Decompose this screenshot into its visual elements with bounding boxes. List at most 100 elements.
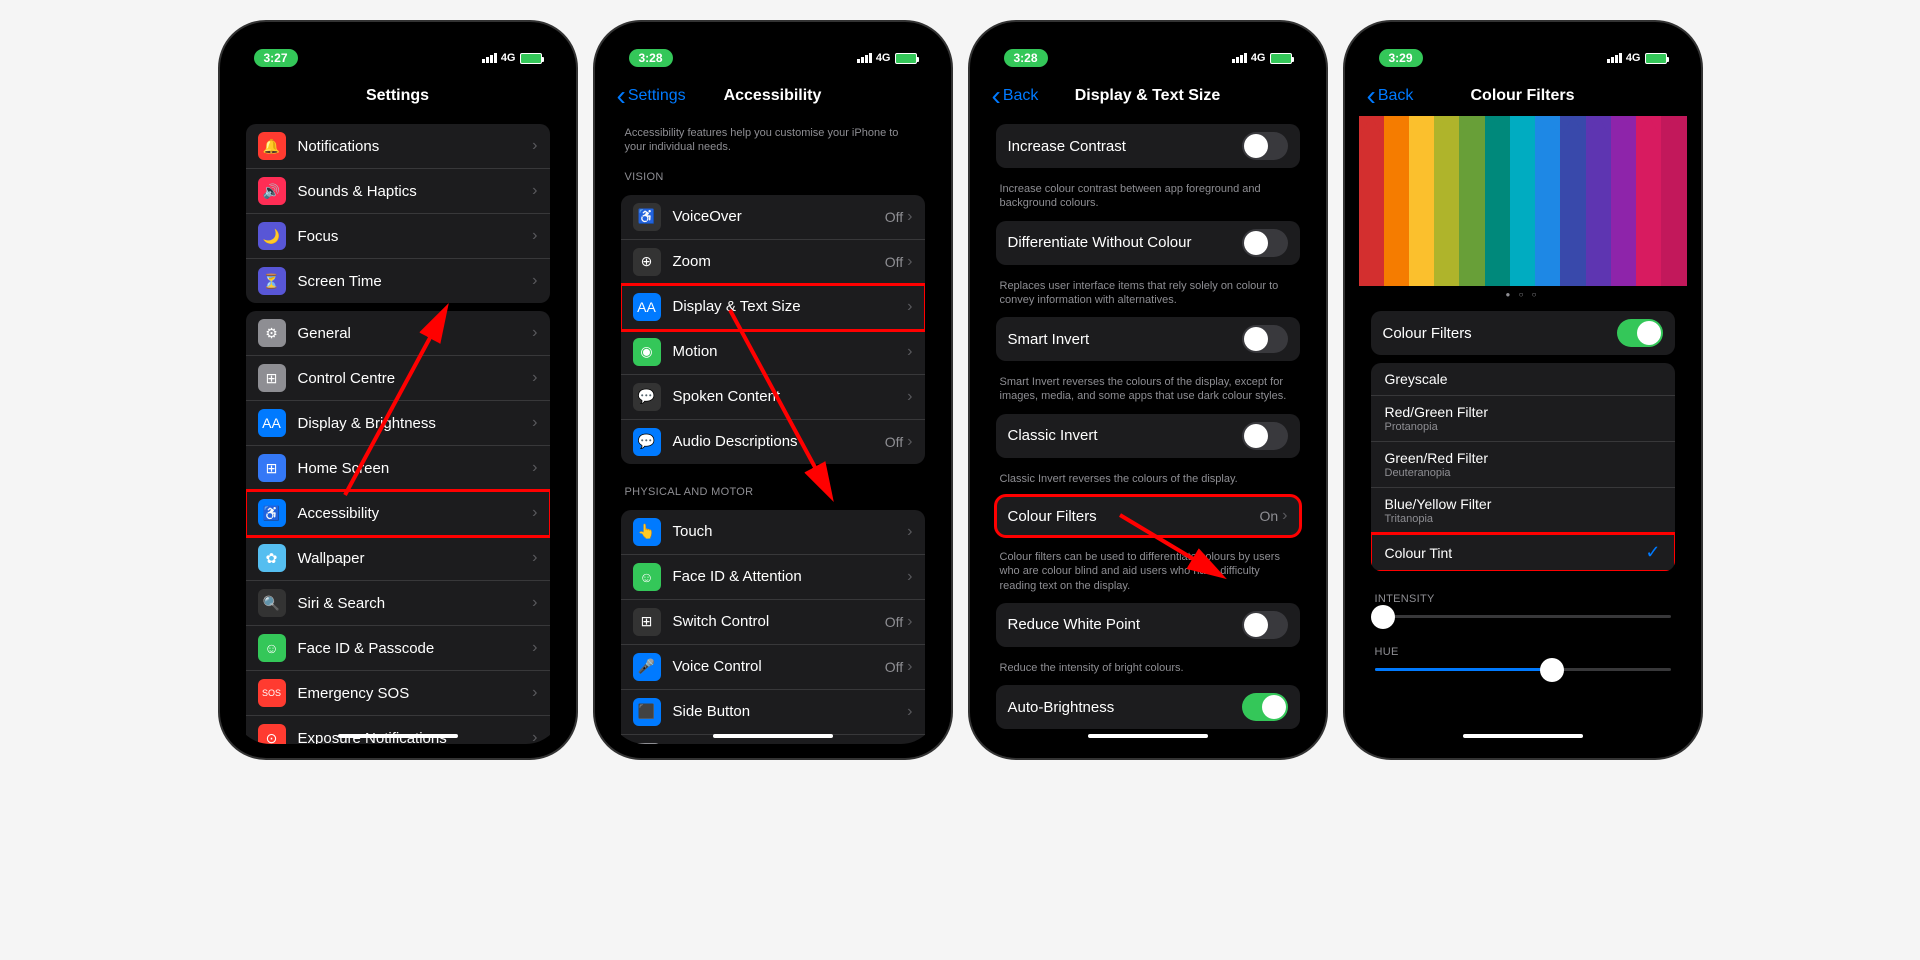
settings-row-sounds-haptics[interactable]: 🔊Sounds & Haptics› (246, 169, 550, 214)
toggle-switch[interactable] (1242, 132, 1288, 160)
settings-row-siri-search[interactable]: 🔍Siri & Search› (246, 581, 550, 626)
row-label: General (298, 325, 533, 342)
home-indicator[interactable] (338, 734, 458, 738)
accessibility-row-switch-control[interactable]: ⊞Switch ControlOff› (621, 600, 925, 645)
back-button[interactable]: Back (992, 87, 1039, 105)
filter-green-red-filter[interactable]: Green/Red FilterDeuteranopia (1371, 442, 1675, 488)
back-button[interactable]: Back (1367, 87, 1414, 105)
accessibility-row-display-text-size[interactable]: AADisplay & Text Size› (621, 285, 925, 330)
row-label: Reduce White Point (1008, 616, 1242, 633)
settings-row-exposure-notifications[interactable]: ⊙Exposure Notifications› (246, 716, 550, 744)
settings-row-wallpaper[interactable]: ✿Wallpaper› (246, 536, 550, 581)
toggle-switch[interactable] (1242, 229, 1288, 257)
accessibility-row-side-button[interactable]: ⬛Side Button› (621, 690, 925, 735)
filter-red-green-filter[interactable]: Red/Green FilterProtanopia (1371, 396, 1675, 442)
row-icon: ◉ (633, 338, 661, 366)
accessibility-row-voiceover[interactable]: ♿VoiceOverOff› (621, 195, 925, 240)
slider-thumb[interactable] (1540, 658, 1564, 682)
toggle-switch[interactable] (1242, 325, 1288, 353)
settings-row-focus[interactable]: 🌙Focus› (246, 214, 550, 259)
row-description: Reduce the intensity of bright colours. (984, 655, 1312, 677)
row-icon: 📺 (633, 743, 661, 744)
time-pill: 3:27 (254, 49, 298, 67)
row-label: Smart Invert (1008, 331, 1242, 348)
settings-row-home-screen[interactable]: ⊞Home Screen› (246, 446, 550, 491)
filter-greyscale[interactable]: Greyscale (1371, 363, 1675, 396)
settings-row-screen-time[interactable]: ⏳ Screen Time› (246, 259, 550, 303)
accessibility-row-audio-descriptions[interactable]: 💬Audio DescriptionsOff› (621, 420, 925, 464)
accessibility-row-face-id-attention[interactable]: ☺Face ID & Attention› (621, 555, 925, 600)
row-label: Audio Descriptions (673, 433, 885, 450)
row-icon: ✿ (258, 544, 286, 572)
toggle-switch[interactable] (1617, 319, 1663, 347)
settings-row-face-id-passcode[interactable]: ☺Face ID & Passcode› (246, 626, 550, 671)
row-label: Face ID & Attention (673, 568, 908, 585)
notch (1448, 22, 1598, 48)
back-button[interactable]: Settings (617, 87, 686, 105)
home-indicator[interactable] (713, 734, 833, 738)
display-row-colour-filters[interactable]: Colour FiltersOn› (996, 496, 1300, 536)
filter-label: Green/Red Filter (1385, 450, 1488, 466)
chevron-icon: › (532, 369, 537, 387)
filter-blue-yellow-filter[interactable]: Blue/Yellow FilterTritanopia (1371, 488, 1675, 534)
section-header: PHYSICAL AND MOTOR (609, 472, 937, 502)
row-label: Home Screen (298, 460, 533, 477)
row-label: Motion (673, 343, 908, 360)
row-label: Voice Control (673, 658, 885, 675)
chevron-icon: › (1282, 507, 1287, 525)
pencil (1434, 116, 1459, 286)
accessibility-row-touch[interactable]: 👆Touch› (621, 510, 925, 555)
toggle-switch[interactable] (1242, 693, 1288, 721)
settings-row-display-brightness[interactable]: AADisplay & Brightness› (246, 401, 550, 446)
network-label: 4G (876, 52, 891, 64)
settings-row-general[interactable]: ⚙General› (246, 311, 550, 356)
pencil (1636, 116, 1661, 286)
row-label: Screen Time (298, 273, 533, 290)
slider-intensity[interactable] (1375, 615, 1671, 618)
row-icon: SOS (258, 679, 286, 707)
settings-row-control-centre[interactable]: ⊞Control Centre› (246, 356, 550, 401)
battery-icon (1645, 53, 1667, 64)
display-row-differentiate-without-colour[interactable]: Differentiate Without Colour (996, 221, 1300, 265)
filter-label: Red/Green Filter (1385, 404, 1488, 420)
row-label: Increase Contrast (1008, 138, 1242, 155)
display-row-auto-brightness[interactable]: Auto-Brightness (996, 685, 1300, 729)
filter-colour-tint[interactable]: Colour Tint✓ (1371, 534, 1675, 571)
accessibility-row-voice-control[interactable]: 🎤Voice ControlOff› (621, 645, 925, 690)
row-value: Off (885, 209, 903, 225)
slider-hue[interactable] (1375, 668, 1671, 671)
home-indicator[interactable] (1463, 734, 1583, 738)
accessibility-row-spoken-content[interactable]: 💬Spoken Content› (621, 375, 925, 420)
colour-filters-toggle-row[interactable]: Colour Filters (1371, 311, 1675, 355)
row-icon: AA (633, 293, 661, 321)
row-label: Face ID & Passcode (298, 640, 533, 657)
row-icon: ⏳ (258, 267, 286, 295)
page-dots[interactable]: ● ○ ○ (1359, 286, 1687, 303)
chevron-icon: › (532, 272, 537, 290)
toggle-switch[interactable] (1242, 422, 1288, 450)
row-label: Emergency SOS (298, 685, 533, 702)
display-row-smart-invert[interactable]: Smart Invert (996, 317, 1300, 361)
pencil-preview[interactable] (1359, 116, 1687, 286)
row-value: Off (885, 659, 903, 675)
home-indicator[interactable] (1088, 734, 1208, 738)
pencil (1661, 116, 1686, 286)
display-row-increase-contrast[interactable]: Increase Contrast (996, 124, 1300, 168)
row-label: Colour Filters (1008, 508, 1260, 525)
toggle-switch[interactable] (1242, 611, 1288, 639)
row-value: Off (885, 254, 903, 270)
display-row-reduce-white-point[interactable]: Reduce White Point (996, 603, 1300, 647)
settings-row-notifications[interactable]: 🔔Notifications› (246, 124, 550, 169)
chevron-icon: › (532, 324, 537, 342)
settings-row-accessibility[interactable]: ♿Accessibility› (246, 491, 550, 536)
display-row-classic-invert[interactable]: Classic Invert (996, 414, 1300, 458)
chevron-icon: › (532, 414, 537, 432)
row-label: Focus (298, 228, 533, 245)
accessibility-row-motion[interactable]: ◉Motion› (621, 330, 925, 375)
chevron-icon: › (907, 568, 912, 586)
settings-row-emergency-sos[interactable]: SOSEmergency SOS› (246, 671, 550, 716)
row-label: Wallpaper (298, 550, 533, 567)
slider-header-intensity: INTENSITY (1359, 579, 1687, 609)
accessibility-row-zoom[interactable]: ⊕ZoomOff› (621, 240, 925, 285)
slider-thumb[interactable] (1371, 605, 1395, 629)
